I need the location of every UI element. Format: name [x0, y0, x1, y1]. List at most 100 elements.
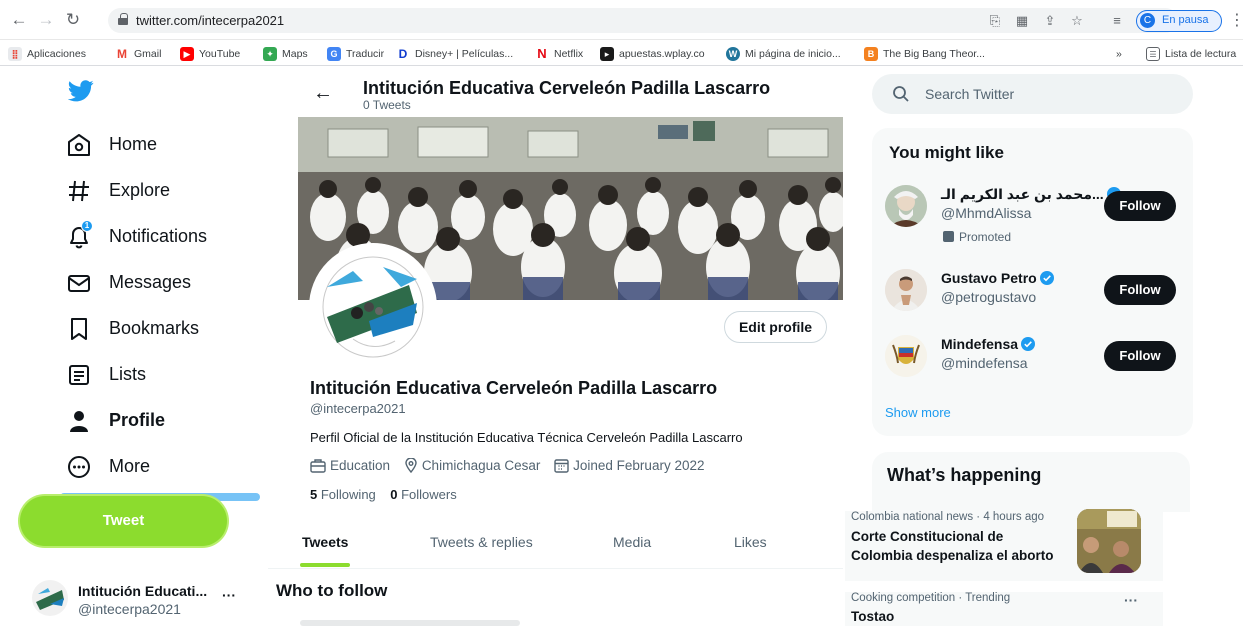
bookmark-gmail[interactable]: M Gmail [115, 46, 161, 62]
tab-tweets-replies[interactable]: Tweets & replies [430, 534, 533, 550]
profile-category: Education [310, 458, 390, 473]
envelope-icon [68, 275, 90, 292]
nav-lists-label: Lists [109, 364, 147, 384]
search-box[interactable]: Search Twitter [872, 74, 1193, 114]
gmail-icon: M [115, 47, 129, 61]
notification-badge: 1 [81, 220, 93, 232]
nav-bookmarks-label: Bookmarks [109, 318, 200, 338]
reload-icon[interactable]: ↻ [62, 9, 84, 31]
briefcase-icon [310, 459, 326, 473]
bookmark-bigbang[interactable]: B The Big Bang Theor... [864, 46, 985, 62]
bookmark-apps[interactable]: ⣿ Aplicaciones [8, 46, 86, 62]
bookmark-homepage[interactable]: W Mi página de inicio... [726, 46, 841, 62]
search-input[interactable]: Search Twitter [925, 86, 1014, 102]
followers-link[interactable]: 0 Followers [390, 487, 456, 502]
edit-profile-button[interactable]: Edit profile [724, 311, 827, 343]
nav-more-label: More [109, 456, 151, 476]
suggested-account[interactable]: Mindefensa @mindefensa Follow [885, 335, 1185, 395]
suggested-account[interactable]: Gustavo Petro @petrogustavo Follow [885, 269, 1185, 329]
bookmark-translate[interactable]: G Traducir [327, 46, 384, 62]
media-control-icon[interactable]: ≡ [1108, 12, 1126, 29]
reading-list[interactable]: ☰ Lista de lectura [1146, 46, 1236, 62]
avatar [885, 269, 927, 311]
more-circle-icon [68, 456, 90, 478]
profile-initial: C [1140, 13, 1155, 28]
trend-meta: Colombia national news · 4 hours ago [851, 511, 1045, 523]
home-icon [68, 134, 90, 156]
promoted-label: Promoted [943, 230, 1011, 244]
bookmark-maps[interactable]: ✦ Maps [263, 46, 308, 62]
suggested-account[interactable]: محمد بن عبد الكريم الـ... @MhmdAlissa Fo… [885, 185, 1185, 245]
apps-grid-icon: ⣿ [8, 47, 22, 61]
suggested-account-handle: @mindefensa [941, 355, 1028, 371]
trend-item[interactable]: Colombia national news · 4 hours ago Cor… [845, 509, 1163, 581]
forward-arrow-icon[interactable]: → [35, 9, 57, 31]
tweet-button[interactable]: Tweet [20, 496, 227, 546]
bookmarks-bar: ⣿ Aplicaciones M Gmail ▶ YouTube ✦ Maps G Tra… [0, 40, 1243, 66]
follow-button[interactable]: Follow [1104, 341, 1176, 371]
install-icon[interactable]: ⎘ [986, 12, 1004, 29]
wplay-icon: ▸ [600, 47, 614, 61]
twitter-logo-icon[interactable] [67, 80, 94, 107]
who-to-follow-item [300, 620, 520, 626]
bookmarks-overflow[interactable]: » [1116, 46, 1122, 62]
profile-meta: Education Chimichagua Cesar Joined Febru… [310, 457, 714, 474]
you-might-like-title: You might like [889, 143, 1004, 162]
profile-joined: Joined February 2022 [554, 458, 704, 473]
account-switcher[interactable]: Intitución Educati... @intecerpa2021 ··· [18, 572, 248, 622]
who-to-follow-heading: Who to follow [276, 581, 388, 600]
following-link[interactable]: 5 Following [310, 487, 376, 502]
tab-tweets[interactable]: Tweets [302, 534, 348, 550]
trend-title-line2: Colombia despenaliza el aborto [851, 548, 1054, 563]
browser-menu-icon[interactable]: ⋮ [1229, 10, 1243, 30]
header-tweet-count: 0 Tweets [363, 98, 411, 112]
bookmark-youtube[interactable]: ▶ YouTube [180, 46, 240, 62]
school-crest-image [315, 249, 431, 365]
back-arrow-icon[interactable]: ← [313, 82, 333, 105]
share-icon[interactable]: ⇪ [1041, 12, 1059, 29]
suggested-account-handle: @MhmdAlissa [941, 205, 1032, 221]
promoted-icon [943, 231, 954, 242]
disney-icon: D [396, 47, 410, 61]
header-title: Intitución Educativa Cerveleón Padilla L… [363, 78, 771, 98]
suggested-account-handle: @petrogustavo [941, 289, 1037, 305]
lock-icon [118, 13, 128, 25]
show-more-link[interactable]: Show more [885, 405, 951, 420]
bookmark-wplay[interactable]: ▸ apuestas.wplay.co [600, 46, 705, 62]
follow-button[interactable]: Follow [1104, 275, 1176, 305]
account-handle: @intecerpa2021 [78, 601, 181, 617]
translate-bookmark-icon: G [327, 47, 341, 61]
trend-item[interactable]: Cooking competition · Trending Tostao ··… [845, 592, 1163, 626]
bookmark-netflix[interactable]: N Netflix [535, 46, 583, 62]
tab-media[interactable]: Media [613, 534, 651, 550]
profile-avatar[interactable] [309, 243, 437, 371]
profile-follow-stats: 5 Following 0 Followers [310, 487, 457, 502]
star-icon[interactable]: ☆ [1068, 12, 1086, 29]
tab-likes[interactable]: Likes [734, 534, 767, 550]
address-url[interactable]: twitter.com/intecerpa2021 [136, 13, 284, 28]
reading-list-icon: ☰ [1146, 47, 1160, 61]
nav-messages-label: Messages [109, 272, 192, 292]
netflix-icon: N [535, 47, 549, 61]
location-pin-icon [405, 457, 417, 474]
verified-badge-icon [1021, 337, 1036, 351]
maps-icon: ✦ [263, 47, 277, 61]
account-more-icon[interactable]: ··· [222, 587, 236, 603]
profile-location: Chimichagua Cesar [404, 457, 540, 474]
back-arrow-icon[interactable]: ← [8, 9, 30, 31]
suggested-account-name: محمد بن عبد الكريم الـ... [941, 186, 1121, 203]
avatar [885, 335, 927, 377]
browser-profile-button[interactable]: C En pausa [1136, 10, 1222, 32]
browser-toolbar: ← → ↻ twitter.com/intecerpa2021 ⎘ ▦ ⇪ ☆ … [0, 0, 1243, 40]
nav-notifications-label: Notifications [109, 226, 208, 246]
youtube-icon: ▶ [180, 47, 194, 61]
trend-title: Tostao [851, 609, 895, 624]
follow-button[interactable]: Follow [1104, 191, 1176, 221]
trend-meta: Cooking competition · Trending [851, 592, 1011, 604]
address-bar[interactable]: twitter.com/intecerpa2021 ⎘ ▦ ⇪ ☆ ≡ [108, 8, 1178, 33]
trend-title: Corte Constitucional de [851, 529, 1004, 544]
translate-icon[interactable]: ▦ [1013, 12, 1031, 29]
profile-name: Intitución Educativa Cerveleón Padilla L… [310, 378, 718, 398]
bookmark-disney[interactable]: D Disney+ | Películas... [396, 46, 513, 62]
trend-more-icon[interactable]: ··· [1124, 592, 1138, 608]
